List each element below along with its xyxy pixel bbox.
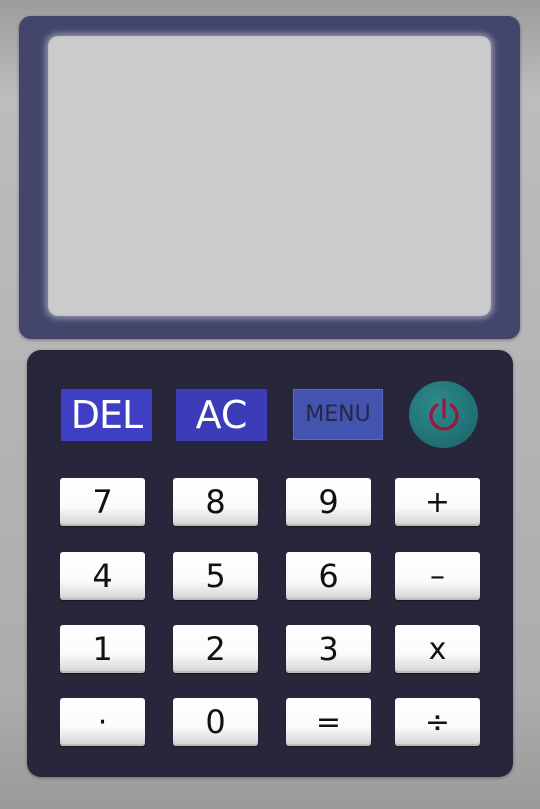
key-5[interactable]: 5: [173, 552, 258, 600]
ac-button[interactable]: AC: [176, 389, 267, 441]
menu-button[interactable]: MENU: [293, 389, 383, 440]
key-0[interactable]: 0: [173, 698, 258, 746]
divide-button[interactable]: ÷: [395, 698, 480, 746]
key-2[interactable]: 2: [173, 625, 258, 673]
key-7[interactable]: 7: [60, 478, 145, 526]
calculator-display: [48, 36, 491, 316]
plus-button[interactable]: +: [395, 478, 480, 526]
decimal-button[interactable]: ·: [60, 698, 145, 746]
power-button[interactable]: [409, 381, 478, 448]
key-4[interactable]: 4: [60, 552, 145, 600]
display-bezel: [19, 16, 520, 339]
key-8[interactable]: 8: [173, 478, 258, 526]
key-3[interactable]: 3: [286, 625, 371, 673]
key-6[interactable]: 6: [286, 552, 371, 600]
power-icon: [428, 397, 459, 430]
equals-button[interactable]: =: [286, 698, 371, 746]
multiply-button[interactable]: x: [395, 625, 480, 673]
del-button[interactable]: DEL: [61, 389, 152, 441]
minus-button[interactable]: –: [395, 552, 480, 600]
keypad: DEL AC MENU 7 8 9 + 4 5 6 – 1 2 3 x · 0 …: [27, 350, 513, 777]
key-1[interactable]: 1: [60, 625, 145, 673]
key-9[interactable]: 9: [286, 478, 371, 526]
